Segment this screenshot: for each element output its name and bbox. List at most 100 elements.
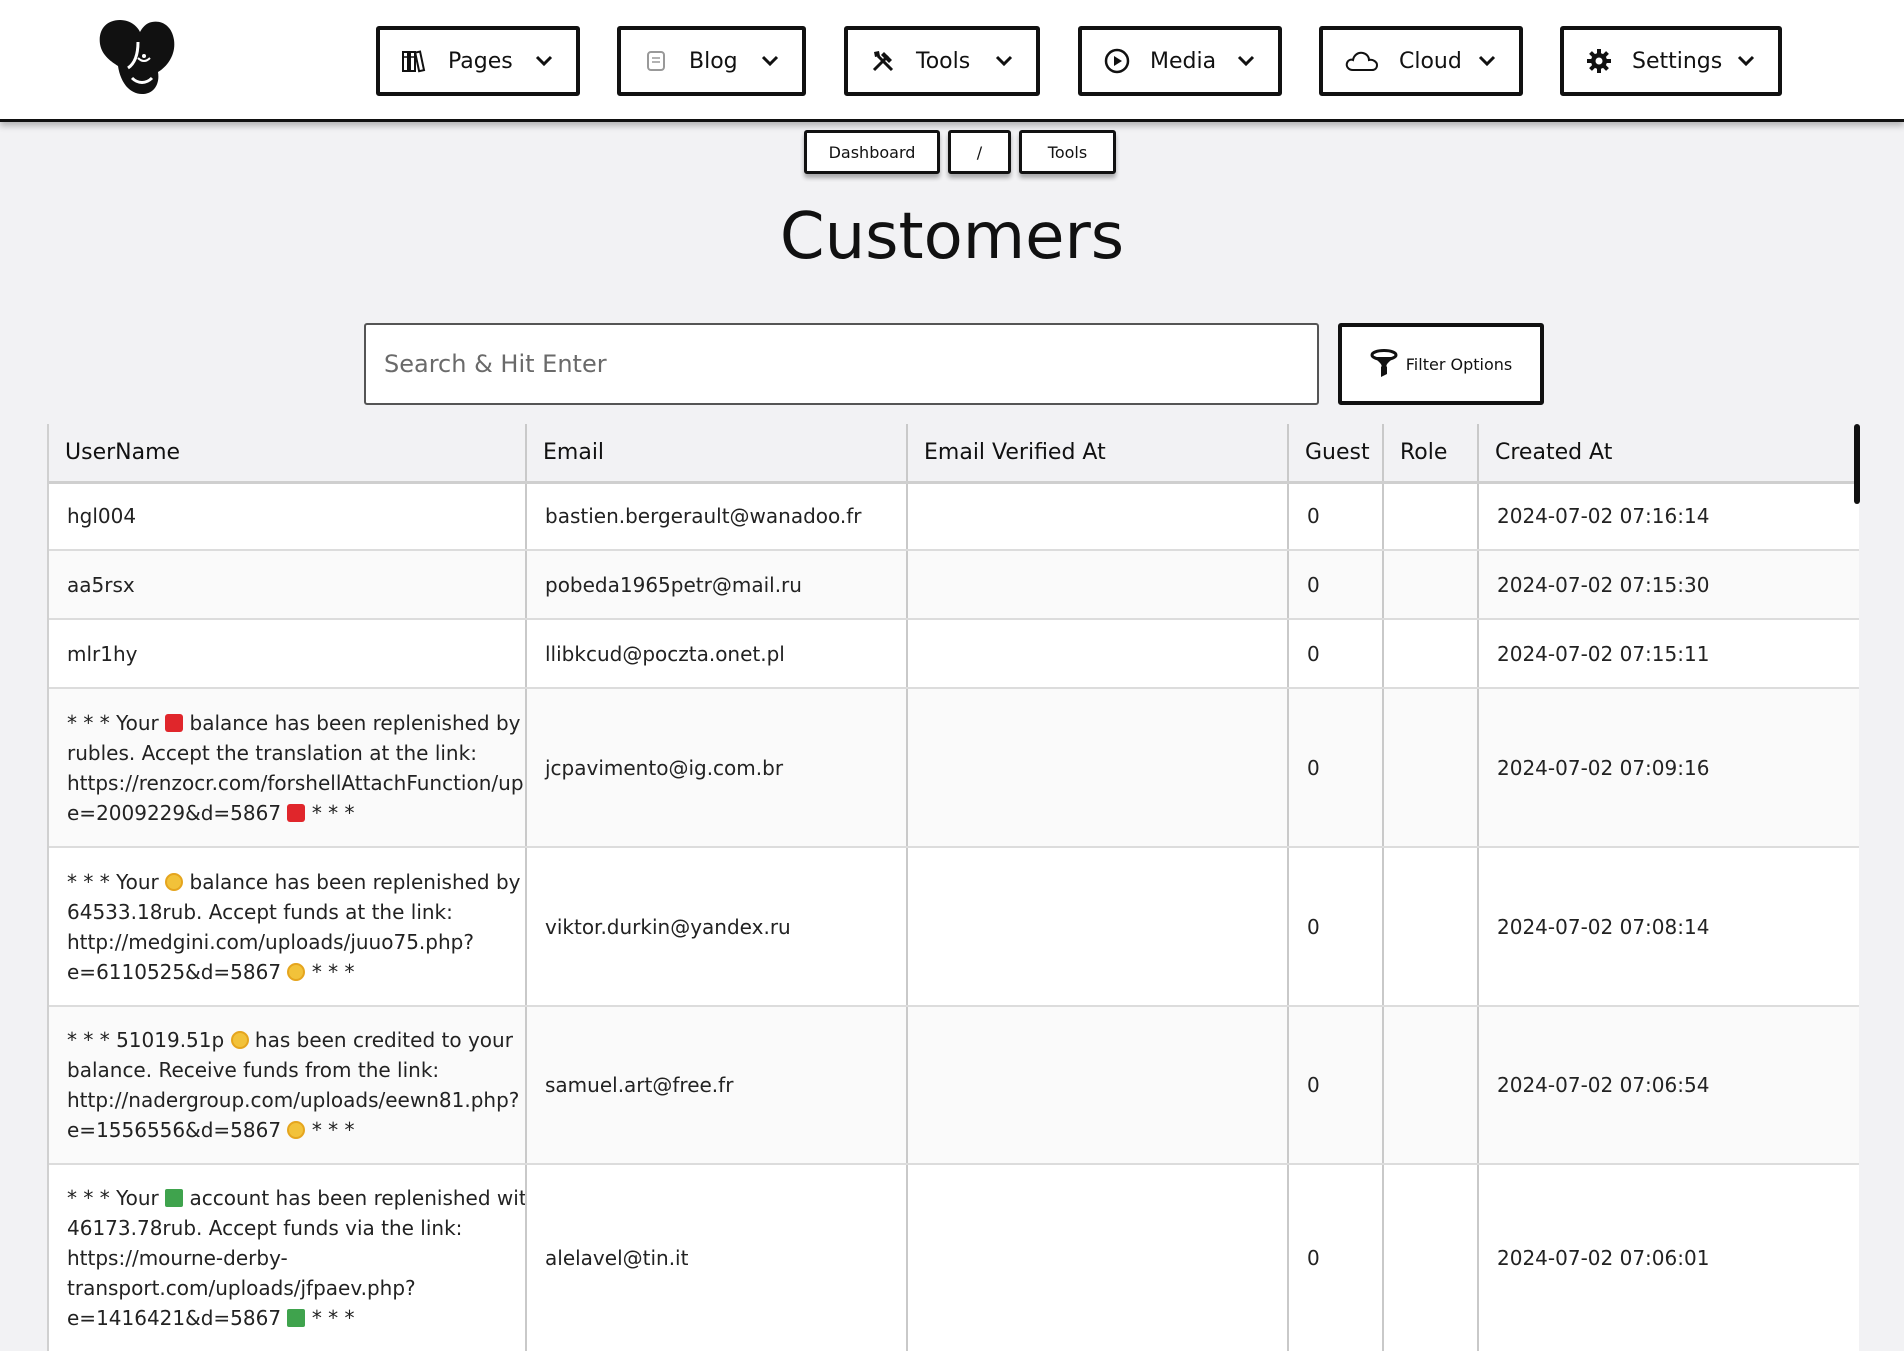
- table-row[interactable]: * * * Your account has been replenished …: [49, 1164, 1859, 1351]
- nav-pages-button[interactable]: Pages: [376, 26, 580, 96]
- username-text: e=1416421&d=5867: [67, 1306, 282, 1330]
- document-icon: [643, 48, 669, 74]
- nav-tools-label: Tools: [916, 48, 971, 74]
- username-text: has been credited to your: [254, 1028, 513, 1052]
- nav-cloud-button[interactable]: Cloud: [1319, 26, 1523, 96]
- nav-blog-label: Blog: [689, 48, 738, 74]
- username-text: https://renzocr.com/forshellAttachFuncti…: [67, 770, 526, 795]
- cell-email: samuel.art@free.fr: [526, 1006, 908, 1165]
- cloud-icon: [1345, 48, 1379, 74]
- cell-username: * * * Your balance has been replenished …: [49, 688, 527, 848]
- username-text: * * *: [311, 1118, 355, 1142]
- username-text: e=6110525&d=5867: [67, 959, 282, 984]
- cell-email-verified-at: [907, 550, 1289, 620]
- cell-created-at: 2024-07-02 07:08:14: [1478, 847, 1859, 1007]
- nav-settings-label: Settings: [1632, 48, 1723, 74]
- cell-created-at: 2024-07-02 07:09:16: [1478, 688, 1859, 848]
- cell-created-at: 2024-07-02 07:06:01: [1478, 1164, 1859, 1351]
- money-icon: [165, 1189, 184, 1207]
- nav-media-button[interactable]: Media: [1078, 26, 1282, 96]
- filter-options-label: Filter Options: [1405, 354, 1513, 374]
- coin-icon: [165, 872, 184, 891]
- cell-email: pobeda1965petr@mail.ru: [526, 550, 908, 620]
- table-row[interactable]: * * * Your balance has been replenished …: [49, 688, 1859, 848]
- cell-created-at: 2024-07-02 07:15:30: [1478, 550, 1859, 620]
- cell-role: [1383, 550, 1479, 620]
- username-text: * * * Your: [67, 710, 159, 735]
- cell-email-verified-at: [907, 619, 1289, 689]
- column-header-guest[interactable]: Guest: [1288, 424, 1384, 484]
- username-text: balance has been replenished by: [189, 869, 521, 894]
- breadcrumb-current[interactable]: Tools: [1019, 130, 1116, 174]
- table-header-row: UserName Email Email Verified At Guest R…: [49, 424, 1859, 484]
- cell-email: llibkcud@poczta.onet.pl: [526, 619, 908, 689]
- cell-role: [1383, 847, 1479, 1007]
- filter-options-button[interactable]: Filter Options: [1338, 323, 1544, 405]
- coin-icon: [287, 1121, 306, 1139]
- top-header: Pages Blog Tools Media Cloud Settings: [0, 0, 1904, 122]
- nav-cloud-label: Cloud: [1399, 48, 1462, 74]
- table-row[interactable]: mlr1hy llibkcud@poczta.onet.pl 0 2024-07…: [49, 619, 1859, 689]
- books-icon: [402, 48, 428, 74]
- cell-role: [1383, 688, 1479, 848]
- tools-icon: [870, 48, 896, 74]
- cell-username: * * * Your balance has been replenished …: [49, 847, 527, 1007]
- chevron-down-icon: [761, 55, 779, 67]
- cell-created-at: 2024-07-02 07:16:14: [1478, 482, 1859, 551]
- username-text: * * *: [311, 1306, 355, 1330]
- username-text: http://nadergroup.com/uploads/eewn81.php…: [67, 1088, 520, 1112]
- cell-email-verified-at: [907, 688, 1289, 848]
- chevron-down-icon: [1737, 55, 1755, 67]
- username-text: * * *: [311, 959, 355, 984]
- nav-blog-button[interactable]: Blog: [617, 26, 806, 96]
- username-text: account has been replenished with: [189, 1186, 526, 1210]
- cell-role: [1383, 1164, 1479, 1351]
- username-text: balance. Receive funds from the link:: [67, 1058, 440, 1082]
- play-circle-icon: [1104, 48, 1130, 74]
- cell-email: jcpavimento@ig.com.br: [526, 688, 908, 848]
- cell-role: [1383, 1006, 1479, 1165]
- money-icon: [287, 1309, 306, 1327]
- table-row[interactable]: aa5rsx pobeda1965petr@mail.ru 0 2024-07-…: [49, 550, 1859, 620]
- username-text: transport.com/uploads/jfpaev.php?: [67, 1276, 416, 1300]
- cell-email-verified-at: [907, 482, 1289, 551]
- username-text: balance has been replenished by 759: [189, 710, 525, 735]
- cell-username: hgl004: [49, 482, 527, 551]
- coin-icon: [230, 1031, 249, 1049]
- table-row[interactable]: * * * 51019.51p has been credited to you…: [49, 1006, 1859, 1165]
- cell-email-verified-at: [907, 1164, 1289, 1351]
- column-header-email[interactable]: Email: [526, 424, 908, 484]
- username-text: * * * Your: [67, 869, 159, 894]
- table-row[interactable]: * * * Your balance has been replenished …: [49, 847, 1859, 1007]
- chevron-down-icon: [995, 55, 1013, 67]
- breadcrumb-dashboard[interactable]: Dashboard: [804, 130, 940, 174]
- page-title: Customers: [779, 200, 1125, 274]
- column-header-role[interactable]: Role: [1383, 424, 1479, 484]
- cell-role: [1383, 482, 1479, 551]
- filter-funnel-icon: [1370, 349, 1398, 377]
- cell-guest: 0: [1288, 1164, 1384, 1351]
- cell-guest: 0: [1288, 550, 1384, 620]
- username-text: rubles. Accept the translation at the li…: [67, 740, 477, 765]
- cell-username: mlr1hy: [49, 619, 527, 689]
- column-header-email-verified-at[interactable]: Email Verified At: [907, 424, 1289, 484]
- cell-username: * * * Your account has been replenished …: [49, 1164, 527, 1351]
- chevron-down-icon: [1478, 55, 1496, 67]
- cell-email-verified-at: [907, 1006, 1289, 1165]
- nav-settings-button[interactable]: Settings: [1560, 26, 1782, 96]
- nav-media-label: Media: [1150, 48, 1217, 74]
- table-scrollbar[interactable]: [1854, 424, 1860, 504]
- username-text: * * * Your: [67, 1186, 159, 1210]
- username-text: e=2009229&d=5867: [67, 800, 282, 825]
- cell-guest: 0: [1288, 482, 1384, 551]
- nav-tools-button[interactable]: Tools: [844, 26, 1040, 96]
- search-input[interactable]: [364, 323, 1319, 405]
- chevron-down-icon: [535, 55, 553, 67]
- table-row[interactable]: hgl004 bastien.bergerault@wanadoo.fr 0 2…: [49, 482, 1859, 551]
- cell-guest: 0: [1288, 619, 1384, 689]
- column-header-created-at[interactable]: Created At: [1478, 424, 1859, 484]
- cell-created-at: 2024-07-02 07:15:11: [1478, 619, 1859, 689]
- logo-icon[interactable]: [98, 18, 178, 96]
- username-text: 64533.18rub. Accept funds at the link:: [67, 899, 453, 924]
- column-header-username[interactable]: UserName: [49, 424, 527, 484]
